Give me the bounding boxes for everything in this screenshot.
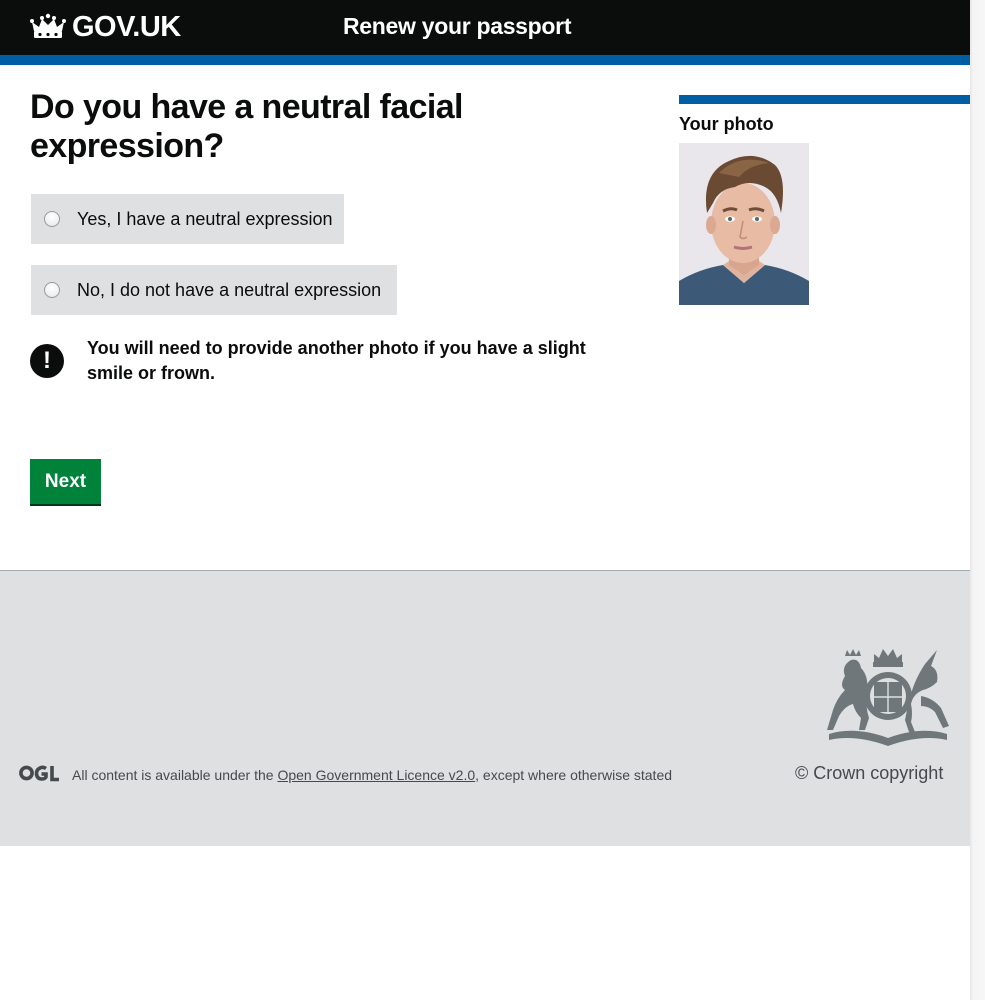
- warning-text: You will need to provide another photo i…: [87, 338, 586, 383]
- page-title: Do you have a neutral facial expression?: [30, 88, 464, 165]
- logo-text: GOV.UK: [72, 10, 181, 43]
- licence-suffix: , except where otherwise stated: [475, 767, 673, 783]
- next-button[interactable]: Next: [30, 459, 101, 504]
- header-blue-bar: [0, 55, 970, 65]
- crown-copyright-link[interactable]: © Crown copyright: [795, 763, 943, 784]
- royal-coat-of-arms-icon[interactable]: [825, 646, 951, 749]
- warning-callout: ! You will need to provide another photo…: [30, 336, 590, 386]
- site-footer: All content is available under the Open …: [0, 570, 970, 846]
- warning-icon: !: [30, 344, 64, 378]
- radio-option-yes[interactable]: Yes, I have a neutral expression: [31, 194, 344, 244]
- service-name[interactable]: Renew your passport: [343, 13, 571, 40]
- radio-label-no: No, I do not have a neutral expression: [77, 279, 382, 300]
- ogl-logo-icon[interactable]: [19, 763, 60, 783]
- sidebar-blue-bar: [679, 95, 970, 104]
- open-government-licence-link[interactable]: Open Government Licence v2.0: [277, 767, 475, 783]
- govuk-logo-link[interactable]: GOV.UK: [30, 11, 181, 43]
- passport-photo: [679, 143, 809, 305]
- window-edge: [970, 0, 985, 1000]
- licence-prefix: All content is available under the: [72, 767, 278, 783]
- radio-option-no[interactable]: No, I do not have a neutral expression: [31, 265, 397, 315]
- radio-button-no[interactable]: [44, 282, 60, 298]
- site-header: GOV.UK Renew your passport: [0, 0, 970, 55]
- crown-icon: [30, 13, 66, 38]
- radio-label-yes: Yes, I have a neutral expression: [77, 208, 333, 229]
- radio-button-yes[interactable]: [44, 211, 60, 227]
- licence-statement: All content is available under the Open …: [72, 767, 672, 783]
- sidebar-title: Your photo: [679, 114, 774, 134]
